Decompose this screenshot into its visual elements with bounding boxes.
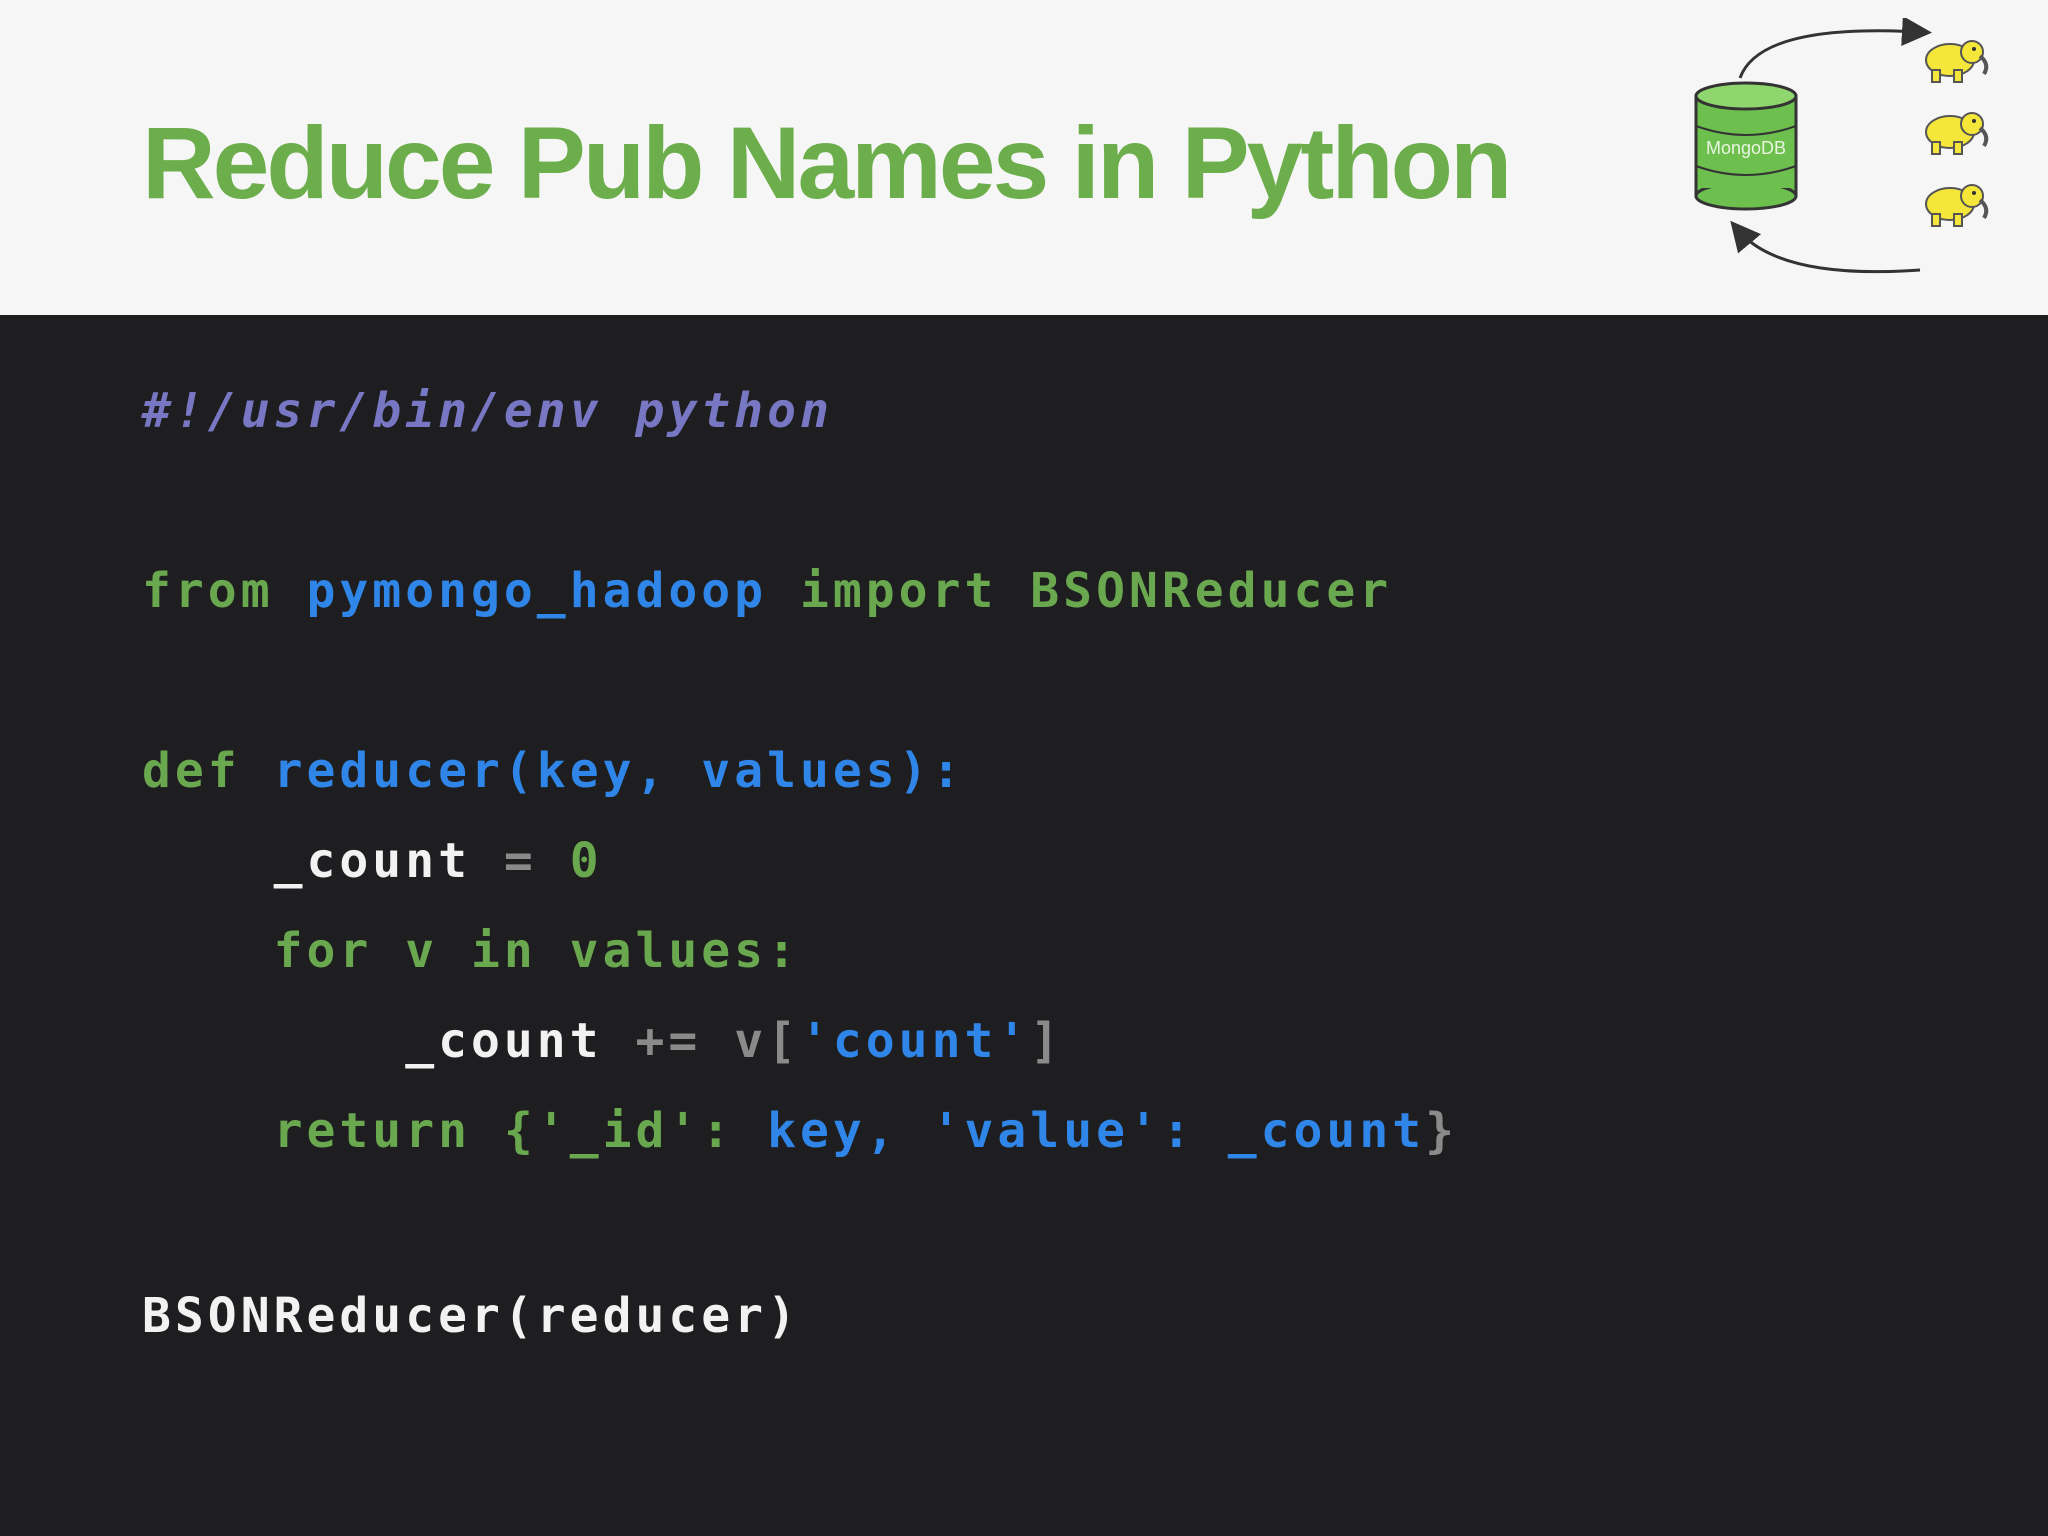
kw-import: import	[799, 563, 998, 619]
for-loop: for v in values:	[273, 923, 800, 979]
var-count: _count	[273, 833, 471, 889]
literal-zero: 0	[569, 833, 603, 889]
string-count: 'count'	[799, 1013, 1031, 1069]
op-add-assign: +=	[635, 1013, 702, 1069]
var-key: key,	[767, 1103, 899, 1159]
code-line-count-init: _count = 0	[142, 837, 603, 885]
kw-def: def	[142, 743, 241, 799]
code-line-shebang: #!/usr/bin/env python	[142, 387, 833, 435]
string-id: '_id'	[536, 1103, 702, 1159]
function-signature: reducer(key, values):	[273, 743, 965, 799]
shebang-comment: #!/usr/bin/env python	[142, 383, 833, 439]
colon: :	[701, 1103, 735, 1159]
colon: :	[1161, 1103, 1195, 1159]
code-line-for: for v in values:	[142, 927, 800, 975]
reducer-call: BSONReducer(reducer)	[142, 1288, 800, 1344]
var-count: _count	[1227, 1103, 1426, 1159]
code-line-def: def reducer(key, values):	[142, 747, 964, 795]
var-v: v[	[734, 1013, 800, 1069]
code-block: #!/usr/bin/env python from pymongo_hadoo…	[142, 0, 1942, 1536]
bracket-close: ]	[1030, 1013, 1064, 1069]
code-line-return: return {'_id': key, 'value': _count}	[142, 1107, 1458, 1155]
kw-from: from	[142, 563, 274, 619]
module-name: pymongo_hadoop	[306, 563, 768, 619]
var-count: _count	[405, 1013, 603, 1069]
op-assign: =	[503, 833, 537, 889]
brace-close: }	[1425, 1103, 1459, 1159]
brace-open: {	[503, 1103, 537, 1159]
code-line-count-add: _count += v['count']	[142, 1017, 1063, 1065]
imported-class: BSONReducer	[1030, 563, 1393, 619]
code-line-call: BSONReducer(reducer)	[142, 1292, 800, 1340]
code-line-import: from pymongo_hadoop import BSONReducer	[142, 567, 1392, 615]
string-value: 'value'	[931, 1103, 1162, 1159]
kw-return: return	[273, 1103, 471, 1159]
